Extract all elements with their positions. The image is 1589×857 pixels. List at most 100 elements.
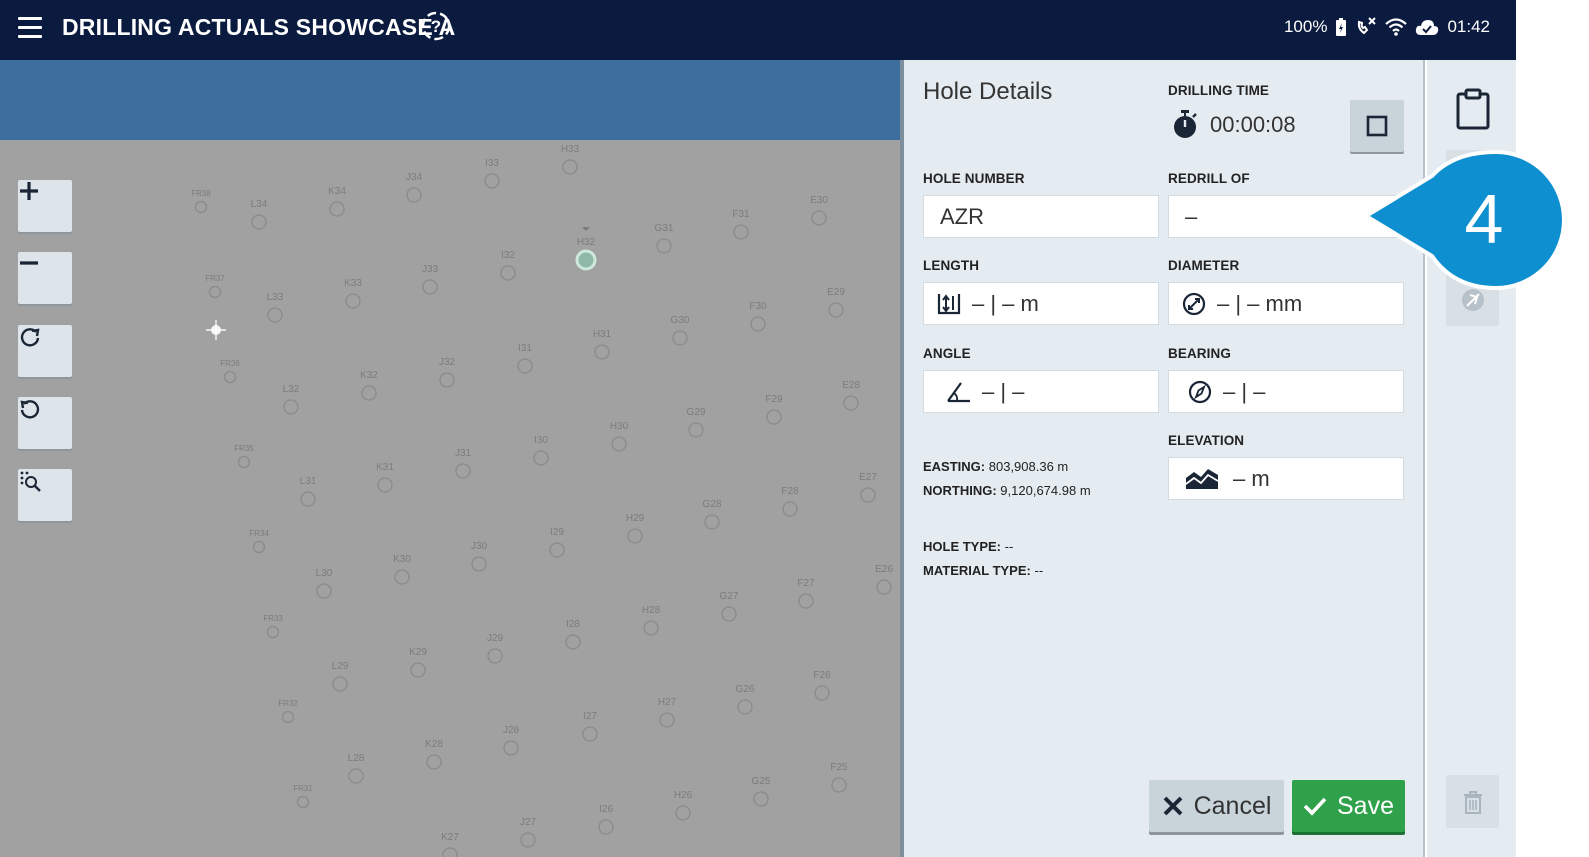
- hole-circle[interactable]: [843, 395, 859, 411]
- hole-marker[interactable]: K31: [376, 462, 394, 493]
- hole-circle[interactable]: [594, 344, 610, 360]
- hole-marker[interactable]: F25: [830, 762, 848, 793]
- hole-circle[interactable]: [281, 710, 295, 724]
- hole-circle[interactable]: [562, 159, 578, 175]
- hole-marker[interactable]: J27: [520, 817, 537, 848]
- length-field[interactable]: – | – m: [923, 282, 1159, 325]
- hole-circle[interactable]: [517, 358, 533, 374]
- hole-circle[interactable]: [750, 316, 766, 332]
- zoom-out-button[interactable]: [18, 252, 72, 304]
- hole-circle[interactable]: [814, 685, 830, 701]
- hole-circle[interactable]: [500, 265, 516, 281]
- hole-marker[interactable]: E27: [859, 472, 877, 503]
- hole-marker[interactable]: I26: [598, 804, 614, 835]
- hole-marker[interactable]: G25: [752, 776, 771, 807]
- hole-circle[interactable]: [223, 370, 237, 384]
- save-button[interactable]: Save: [1292, 780, 1405, 832]
- hole-marker[interactable]: J33: [422, 264, 439, 295]
- hole-marker[interactable]: E28: [842, 380, 860, 411]
- hole-marker[interactable]: H26: [674, 790, 693, 821]
- hole-number-field[interactable]: AZR: [923, 195, 1159, 238]
- hole-circle[interactable]: [656, 238, 672, 254]
- hole-circle[interactable]: [611, 436, 627, 452]
- hole-circle[interactable]: [520, 832, 536, 848]
- hole-marker[interactable]: G26: [736, 684, 755, 715]
- zoom-in-button[interactable]: [18, 180, 72, 232]
- hole-circle[interactable]: [831, 777, 847, 793]
- hole-marker[interactable]: F29: [765, 394, 783, 425]
- hole-circle[interactable]: [627, 528, 643, 544]
- hole-circle[interactable]: [549, 542, 565, 558]
- hole-marker[interactable]: K32: [360, 370, 378, 401]
- hole-marker[interactable]: F30: [749, 301, 767, 332]
- hole-circle[interactable]: [876, 579, 892, 595]
- hole-circle[interactable]: [439, 372, 455, 388]
- zoom-to-fit-button[interactable]: [18, 469, 72, 521]
- hole-circle[interactable]: [798, 593, 814, 609]
- hole-circle[interactable]: [471, 556, 487, 572]
- hole-circle[interactable]: [575, 249, 597, 271]
- hole-circle[interactable]: [565, 634, 581, 650]
- hole-marker[interactable]: I32: [500, 250, 516, 281]
- hole-marker[interactable]: I33: [484, 158, 500, 189]
- hole-marker[interactable]: I28: [565, 619, 581, 650]
- hole-circle[interactable]: [811, 210, 827, 226]
- hole-circle[interactable]: [503, 740, 519, 756]
- hole-circle[interactable]: [455, 463, 471, 479]
- hole-marker[interactable]: H28: [642, 605, 661, 636]
- hamburger-menu-icon[interactable]: [16, 14, 44, 42]
- clipboard-button[interactable]: [1446, 82, 1499, 135]
- rotate-clockwise-button[interactable]: [18, 325, 72, 377]
- help-icon[interactable]: ?: [420, 10, 452, 42]
- hole-marker[interactable]: K30: [393, 554, 411, 585]
- hole-circle[interactable]: [675, 805, 691, 821]
- angle-field[interactable]: – | –: [923, 370, 1159, 413]
- hole-marker[interactable]: H31: [593, 329, 612, 360]
- hole-circle[interactable]: [345, 293, 361, 309]
- hole-circle[interactable]: [251, 214, 267, 230]
- hole-marker[interactable]: FR36: [220, 359, 240, 384]
- hole-marker[interactable]: FR37: [205, 274, 225, 299]
- hole-marker[interactable]: G30: [671, 315, 690, 346]
- hole-marker[interactable]: E29: [827, 287, 845, 318]
- hole-marker[interactable]: J30: [471, 541, 488, 572]
- elevation-field[interactable]: – m: [1168, 457, 1404, 500]
- hole-marker[interactable]: FR34: [249, 529, 269, 554]
- hole-marker[interactable]: K34: [328, 186, 346, 217]
- hole-circle[interactable]: [688, 422, 704, 438]
- hole-circle[interactable]: [252, 540, 266, 554]
- hole-marker[interactable]: FR33: [263, 614, 283, 639]
- hole-circle[interactable]: [721, 606, 737, 622]
- delete-button[interactable]: [1446, 775, 1499, 828]
- hole-circle[interactable]: [296, 795, 310, 809]
- hole-circle[interactable]: [860, 487, 876, 503]
- hole-marker[interactable]: I31: [517, 343, 533, 374]
- hole-circle[interactable]: [208, 285, 222, 299]
- hole-circle[interactable]: [487, 648, 503, 664]
- hole-marker[interactable]: H30: [610, 421, 629, 452]
- hole-marker[interactable]: G28: [703, 499, 722, 530]
- hole-circle[interactable]: [267, 307, 283, 323]
- hole-circle[interactable]: [422, 279, 438, 295]
- hole-marker[interactable]: H33: [561, 144, 580, 175]
- hole-marker[interactable]: I29: [549, 527, 565, 558]
- hole-marker[interactable]: L33: [267, 292, 284, 323]
- hole-marker[interactable]: J31: [455, 448, 472, 479]
- hole-circle[interactable]: [704, 514, 720, 530]
- hole-marker[interactable]: H29: [626, 513, 645, 544]
- hole-marker[interactable]: I27: [582, 711, 598, 742]
- hole-marker[interactable]: FR32: [278, 699, 298, 724]
- hole-marker[interactable]: H27: [658, 697, 677, 728]
- hole-marker[interactable]: L28: [348, 753, 365, 784]
- hole-marker[interactable]: G31: [655, 223, 674, 254]
- hole-marker[interactable]: L29: [332, 661, 349, 692]
- hole-marker[interactable]: L31: [300, 476, 317, 507]
- hole-circle[interactable]: [766, 409, 782, 425]
- hole-circle[interactable]: [266, 625, 280, 639]
- hole-circle[interactable]: [426, 754, 442, 770]
- hole-circle[interactable]: [300, 491, 316, 507]
- hole-circle[interactable]: [533, 450, 549, 466]
- hole-circle[interactable]: [643, 620, 659, 636]
- hole-marker[interactable]: K33: [344, 278, 362, 309]
- hole-marker[interactable]: L34: [251, 199, 268, 230]
